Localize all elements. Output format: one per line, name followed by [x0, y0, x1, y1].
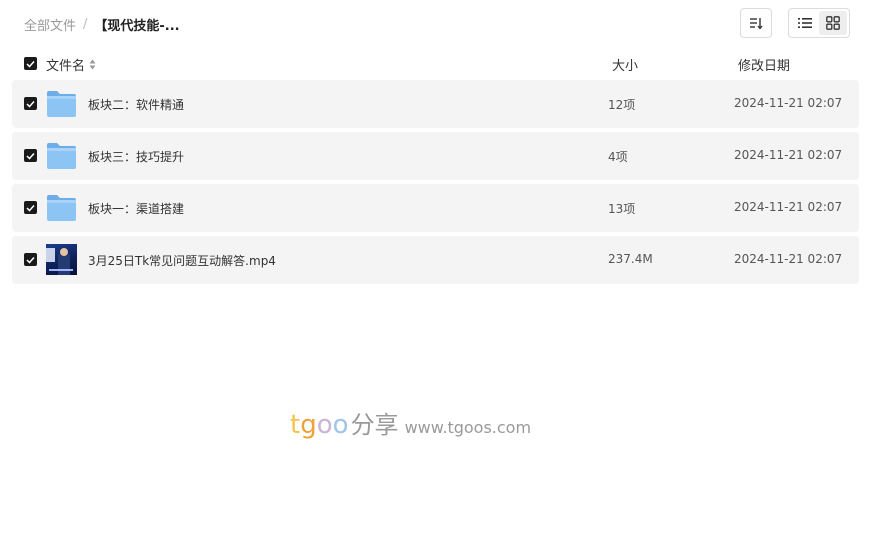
row-checkbox[interactable]	[24, 253, 37, 266]
sort-descending-icon	[750, 18, 763, 30]
file-size: 4项	[608, 150, 628, 164]
column-header-date[interactable]: 修改日期	[738, 55, 790, 74]
row-checkbox[interactable]	[24, 201, 37, 214]
check-icon	[26, 152, 35, 160]
row-checkbox[interactable]	[24, 149, 37, 162]
column-header-size[interactable]: 大小	[612, 55, 638, 74]
video-thumbnail	[46, 244, 77, 275]
breadcrumb-separator: /	[83, 16, 88, 32]
check-icon	[26, 60, 35, 68]
view-toggle	[788, 8, 850, 38]
folder-icon	[47, 143, 76, 169]
column-header-name-label: 文件名	[46, 59, 86, 74]
list-view-button[interactable]	[791, 11, 819, 35]
file-manager: 全部文件 / 【现代技能-... 文件名 大小 修改日期 板块二：软件精通 12…	[0, 0, 874, 559]
column-header-name[interactable]: 文件名	[46, 55, 96, 74]
check-icon	[26, 204, 35, 212]
grid-view-icon	[826, 16, 840, 30]
watermark-url: www.tgoos.com	[404, 418, 532, 437]
file-row[interactable]: 板块二：软件精通 12项 2024-11-21 02:07	[12, 80, 859, 128]
sort-button[interactable]	[740, 8, 772, 38]
breadcrumb-root[interactable]: 全部文件	[24, 15, 76, 34]
file-date: 2024-11-21 02:07	[734, 252, 843, 266]
file-row[interactable]: 3月25日Tk常见问题互动解答.mp4 237.4M 2024-11-21 02…	[12, 236, 859, 284]
file-date: 2024-11-21 02:07	[734, 200, 843, 214]
file-name[interactable]: 板块一：渠道搭建	[88, 200, 184, 217]
watermark-logo: tgoo 分享 www.tgoos.com	[290, 405, 531, 440]
check-icon	[26, 100, 35, 108]
folder-icon	[47, 91, 76, 117]
file-size: 12项	[608, 98, 636, 112]
list-view-icon	[798, 18, 812, 28]
file-date: 2024-11-21 02:07	[734, 96, 843, 110]
file-name[interactable]: 3月25日Tk常见问题互动解答.mp4	[88, 252, 276, 269]
sort-caret-icon	[89, 59, 96, 70]
file-list-header: 文件名 大小 修改日期	[12, 52, 859, 76]
file-list: 板块二：软件精通 12项 2024-11-21 02:07 板块三：技巧提升 4…	[12, 80, 859, 288]
breadcrumb: 全部文件 / 【现代技能-...	[24, 14, 180, 34]
check-icon	[26, 256, 35, 264]
file-row[interactable]: 板块三：技巧提升 4项 2024-11-21 02:07	[12, 132, 859, 180]
breadcrumb-current: 【现代技能-...	[94, 18, 180, 34]
file-size: 237.4M	[608, 252, 653, 266]
file-date: 2024-11-21 02:07	[734, 148, 843, 162]
file-name[interactable]: 板块二：软件精通	[88, 96, 184, 113]
grid-view-button[interactable]	[819, 11, 847, 35]
folder-icon	[47, 195, 76, 221]
file-size: 13项	[608, 202, 636, 216]
watermark-text: 分享	[350, 411, 399, 439]
select-all-checkbox[interactable]	[24, 57, 37, 70]
row-checkbox[interactable]	[24, 97, 37, 110]
file-row[interactable]: 板块一：渠道搭建 13项 2024-11-21 02:07	[12, 184, 859, 232]
file-name[interactable]: 板块三：技巧提升	[88, 148, 184, 165]
